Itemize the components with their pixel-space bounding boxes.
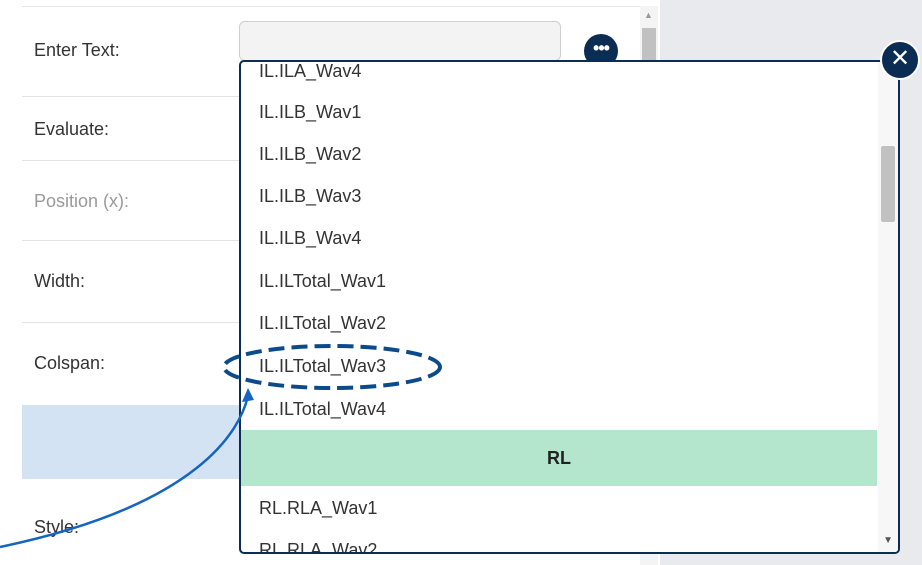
list-item-highlighted[interactable]: IL.ILTotal_Wav3 <box>259 345 386 387</box>
position-x-label: Position (x): <box>34 191 130 211</box>
scroll-up-arrow-icon[interactable]: ▲ <box>644 10 653 20</box>
list-item[interactable]: IL.ILTotal_Wav1 <box>259 260 386 302</box>
list-item[interactable]: IL.ILTotal_Wav4 <box>259 388 386 430</box>
list-item[interactable]: IL.ILB_Wav4 <box>259 217 361 259</box>
style-label: Style: <box>34 517 80 537</box>
dropdown-list[interactable]: IL.ILA_Wav4 IL.ILB_Wav1 IL.ILB_Wav2 IL.I… <box>239 60 900 554</box>
list-item[interactable]: IL.ILB_Wav1 <box>259 91 361 133</box>
list-item[interactable]: IL.ILB_Wav3 <box>259 175 361 217</box>
group-header-rl: RL <box>241 430 877 486</box>
top-divider <box>22 6 640 7</box>
evaluate-label: Evaluate: <box>34 119 110 139</box>
dropdown-scrollbar[interactable] <box>878 62 898 552</box>
list-item[interactable]: IL.ILA_Wav4 <box>259 62 361 92</box>
list-item[interactable]: IL.ILB_Wav2 <box>259 133 361 175</box>
list-item[interactable]: IL.ILTotal_Wav2 <box>259 302 386 344</box>
list-item[interactable]: RL.RLA_Wav2 <box>259 529 377 552</box>
enter-text-label: Enter Text: <box>34 40 120 60</box>
enter-text-input[interactable] <box>239 21 561 61</box>
colspan-label: Colspan: <box>34 353 106 373</box>
close-icon: ✕ <box>889 45 911 72</box>
ellipsis-icon: ••• <box>593 38 610 58</box>
dropdown-scrollbar-thumb[interactable] <box>881 146 895 222</box>
list-item[interactable]: RL.RLA_Wav1 <box>259 487 377 529</box>
close-button[interactable]: ✕ <box>880 40 920 80</box>
scroll-down-arrow-icon[interactable]: ▼ <box>883 535 893 546</box>
width-label: Width: <box>34 271 86 291</box>
